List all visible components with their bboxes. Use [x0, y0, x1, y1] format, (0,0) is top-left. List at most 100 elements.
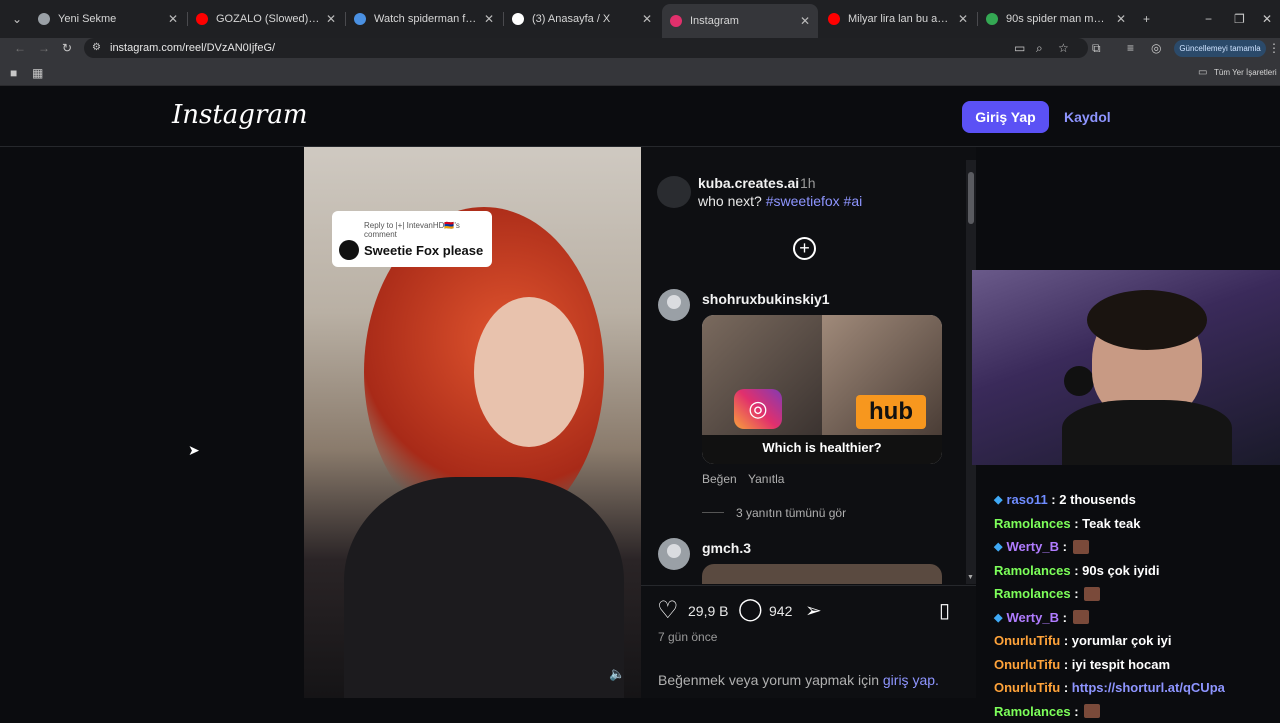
author-username[interactable]: kuba.creates.ai	[698, 175, 799, 191]
chat-message: OnurluTifu : https://shorturl.at/qCUpa	[994, 676, 1280, 700]
menu-icon[interactable]: ⋮	[1268, 38, 1280, 58]
chat-message: OnurluTifu : iyi tespit hocam	[994, 653, 1280, 677]
heart-icon[interactable]: ♡	[657, 596, 679, 625]
caption-hashtags[interactable]: #sweetiefox #ai	[766, 193, 863, 209]
tab-title: 90s spider man man spiderü - G	[1006, 13, 1110, 25]
chat-emote-icon	[1073, 610, 1089, 624]
instagram-icon	[670, 15, 682, 27]
site-info-icon[interactable]: ⚙	[92, 38, 101, 58]
chat-username[interactable]: raso11	[1006, 492, 1047, 507]
view-replies-button[interactable]: 3 yanıtın tümünü gör	[736, 506, 846, 520]
comment-icon[interactable]: ◯	[738, 596, 763, 622]
plus-circle-icon[interactable]: +	[793, 237, 816, 260]
chat-message: Ramolances :	[994, 582, 1280, 606]
comment-image[interactable]	[702, 564, 942, 584]
volume-icon[interactable]: 🔈	[609, 666, 625, 682]
chat-emote-icon	[1073, 540, 1089, 554]
extensions-icon[interactable]: ⧉	[1092, 38, 1101, 58]
tab-close-icon[interactable]: ✕	[1116, 12, 1126, 26]
tab-close-icon[interactable]: ✕	[168, 12, 178, 26]
save-bookmark-icon[interactable]: ▯	[939, 598, 950, 623]
replies-divider	[702, 512, 724, 513]
comment-reply-button[interactable]: Yanıtla	[748, 472, 784, 486]
folder-icon: ▭	[1198, 63, 1207, 83]
reload-icon[interactable]: ↻	[62, 38, 72, 58]
login-button[interactable]: Giriş Yap	[962, 101, 1049, 133]
chat-colon: :	[1060, 680, 1072, 695]
comment-avatar[interactable]	[658, 289, 690, 321]
comment-like-button[interactable]: Beğen	[702, 472, 737, 486]
chat-username[interactable]: Ramolances	[994, 516, 1071, 531]
sidebar-icon[interactable]: ■	[10, 63, 17, 83]
install-icon[interactable]: ▭	[1014, 38, 1025, 58]
tab-instagram[interactable]: Instagram✕	[662, 4, 818, 38]
comment-username[interactable]: gmch.3	[702, 540, 751, 556]
author-avatar[interactable]	[657, 176, 691, 208]
profile-icon[interactable]: ◎	[1151, 38, 1161, 58]
chat-emote-icon	[1084, 704, 1100, 718]
all-bookmarks-link[interactable]: Tüm Yer İşaretleri	[1214, 68, 1277, 77]
back-icon[interactable]: ←	[14, 38, 26, 58]
reply-sticker-text: Sweetie Fox please	[364, 243, 483, 258]
webcam-shirt	[1062, 400, 1232, 465]
new-tab-icon[interactable]: +	[1143, 9, 1150, 29]
instagram-logo[interactable]: Instagram	[172, 100, 308, 130]
scrollbar-thumb[interactable]	[968, 172, 974, 224]
like-count: 29,9 B	[688, 603, 728, 619]
chat-link[interactable]: https://shorturl.at/qCUpa	[1072, 680, 1225, 695]
signup-link[interactable]: Kaydol	[1064, 109, 1111, 125]
chat-badge-icon: ◆	[994, 493, 1002, 506]
chat-username[interactable]: Werty_B	[1006, 539, 1059, 554]
bookmark-star-icon[interactable]: ☆	[1058, 38, 1069, 58]
comment-avatar[interactable]	[658, 538, 690, 570]
tab-chrome[interactable]: Yeni Sekme✕	[30, 6, 186, 32]
chat-message: Ramolances : 90s çok iyidi	[994, 559, 1280, 583]
reply-sticker-avatar	[339, 240, 359, 260]
globe-icon	[354, 13, 366, 25]
tab-youtube[interactable]: GOZALO (Slowed) - YouTube✕	[188, 6, 344, 32]
bookmarks-bar: ■ ▦ ▭ Tüm Yer İşaretleri	[0, 60, 1280, 86]
close-window-icon[interactable]: ✕	[1262, 9, 1272, 29]
tab-close-icon[interactable]: ✕	[958, 12, 968, 26]
apps-grid-icon[interactable]: ▦	[32, 63, 43, 83]
tab-close-icon[interactable]: ✕	[642, 12, 652, 26]
webcam-hair	[1087, 290, 1207, 350]
chat-username[interactable]: Ramolances	[994, 563, 1071, 578]
comment-image[interactable]: ◎ hub Which is healthier?	[702, 315, 942, 464]
chat-username[interactable]: Ramolances	[994, 586, 1071, 601]
scroll-down-arrow-icon[interactable]: ▼	[967, 574, 974, 581]
comment-image-hub-tag: hub	[856, 395, 926, 429]
chat-message: Ramolances : Teak teak	[994, 512, 1280, 536]
chat-text: 90s çok iyidi	[1082, 563, 1159, 578]
tab-x[interactable]: (3) Anasayfa / X✕	[504, 6, 660, 32]
tab-globe[interactable]: Watch spiderman fragman ince ✕	[346, 6, 502, 32]
tab-close-icon[interactable]: ✕	[484, 12, 494, 26]
tab-youtube[interactable]: Milyar lira lan bu adkjsda #jahr ✕	[820, 6, 976, 32]
chat-colon: :	[1060, 657, 1072, 672]
chat-username[interactable]: Ramolances	[994, 704, 1071, 719]
zoom-icon[interactable]: ⌕	[1036, 38, 1043, 58]
chat-colon: :	[1048, 492, 1060, 507]
tab-close-icon[interactable]: ✕	[326, 12, 336, 26]
forward-icon[interactable]: →	[38, 38, 50, 58]
login-prompt-link[interactable]: giriş yap.	[883, 672, 939, 688]
chat-username[interactable]: OnurluTifu	[994, 680, 1060, 695]
tab-google[interactable]: 90s spider man man spiderü - G ✕	[978, 6, 1134, 32]
tab-title: Watch spiderman fragman ince	[374, 13, 478, 25]
stream-chat: ◆ raso11 : 2 thousends Ramolances : Teak t…	[994, 488, 1280, 723]
maximize-icon[interactable]: ❐	[1234, 9, 1245, 29]
comment-username[interactable]: shohruxbukinskiy1	[702, 291, 830, 307]
caption-text: who next?	[698, 193, 762, 209]
tab-title: Milyar lira lan bu adkjsda #jahr	[848, 13, 952, 25]
chat-text: 2 thousends	[1059, 492, 1136, 507]
chat-username[interactable]: OnurluTifu	[994, 633, 1060, 648]
share-icon[interactable]: ➢	[805, 598, 822, 623]
media-icon[interactable]: ≡	[1127, 38, 1134, 58]
tab-search-icon[interactable]: ⌄	[12, 9, 22, 29]
update-button[interactable]: Güncellemeyi tamamla	[1174, 40, 1266, 57]
address-bar[interactable]: ⚙ instagram.com/reel/DVzAN0IjfeG/ ▭ ⌕ ☆	[84, 38, 1088, 58]
tab-close-icon[interactable]: ✕	[800, 14, 810, 28]
chat-username[interactable]: Werty_B	[1006, 610, 1059, 625]
chat-username[interactable]: OnurluTifu	[994, 657, 1060, 672]
minimize-icon[interactable]: −	[1205, 9, 1212, 29]
